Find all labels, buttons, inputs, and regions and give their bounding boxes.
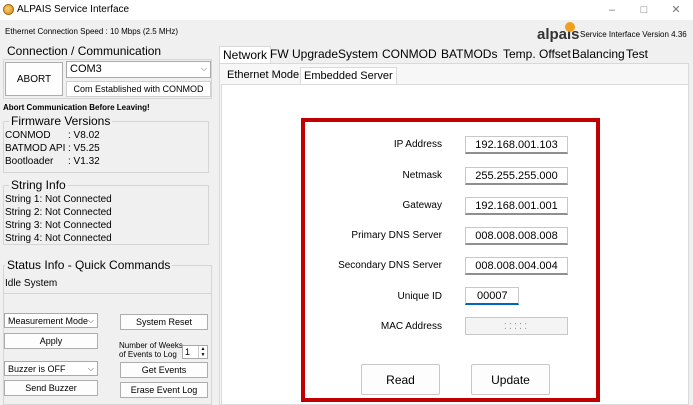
- string-status: String 1: Not Connected: [5, 194, 112, 205]
- firmware-name: BATMOD API: [5, 143, 66, 154]
- gateway-label: Gateway: [402, 200, 442, 211]
- tab-balancing[interactable]: Balancing: [569, 46, 628, 63]
- weeks-label: Number of Weeks of Events to Log: [119, 341, 183, 359]
- apply-button[interactable]: Apply: [4, 333, 98, 349]
- firmware-names: CONMOD BATMOD API Bootloader: [5, 129, 65, 168]
- system-state: Idle System: [5, 278, 58, 289]
- tab-conmod[interactable]: CONMOD: [379, 46, 440, 63]
- title-bar: ALPAIS Service Interface – □ ✕: [0, 0, 693, 20]
- chevron-down-icon: ⌵: [87, 364, 94, 373]
- logo-sun-icon: [565, 22, 575, 32]
- abort-warning: Abort Communication Before Leaving!: [3, 103, 150, 112]
- firmware-title: Firmware Versions: [9, 114, 113, 128]
- system-reset-button[interactable]: System Reset: [120, 314, 208, 330]
- get-events-button[interactable]: Get Events: [120, 362, 208, 378]
- read-button[interactable]: Read: [361, 364, 440, 395]
- mode-select[interactable]: Measurement Mode ⌵: [4, 313, 98, 328]
- send-buzzer-button[interactable]: Send Buzzer: [4, 380, 98, 396]
- unique-id-label: Unique ID: [397, 291, 442, 302]
- chevron-down-icon: ⌵: [200, 64, 207, 73]
- firmware-value: : V8.02: [68, 130, 100, 141]
- string-status: String 2: Not Connected: [5, 207, 112, 218]
- secondary-dns-field[interactable]: 008.008.004.004: [465, 257, 568, 275]
- version-label: Service Interface Version 4.36: [580, 30, 687, 39]
- tab-test[interactable]: Test: [623, 46, 651, 63]
- netmask-label: Netmask: [402, 170, 442, 181]
- string-status: String 3: Not Connected: [5, 220, 112, 231]
- mode-value: Measurement Mode: [8, 316, 89, 326]
- port-value: COM3: [70, 63, 102, 75]
- connection-status: Com Established with CONMOD: [66, 81, 211, 97]
- tab-system[interactable]: System: [335, 46, 381, 63]
- chevron-down-icon: ⌵: [87, 316, 94, 325]
- speed-label: Ethernet Connection Speed : 10 Mbps (2.5…: [5, 27, 178, 36]
- app-icon: [3, 4, 14, 15]
- minimize-button[interactable]: –: [598, 2, 626, 18]
- ip-address-field[interactable]: 192.168.001.103: [465, 136, 568, 154]
- buzzer-value: Buzzer is OFF: [8, 364, 66, 374]
- tab-fw-upgrade[interactable]: FW Upgrade: [267, 46, 341, 63]
- window-title: ALPAIS Service Interface: [17, 4, 130, 15]
- port-select[interactable]: COM3 ⌵: [66, 61, 211, 78]
- string-info-title: String Info: [9, 178, 68, 192]
- firmware-name: CONMOD: [5, 130, 51, 141]
- weeks-label-line: of Events to Log: [119, 350, 177, 359]
- weeks-value: 1: [185, 347, 191, 357]
- weeks-label-line: Number of Weeks: [119, 341, 183, 350]
- firmware-value: : V5.25: [68, 143, 100, 154]
- subtab-embedded-server[interactable]: Embedded Server: [300, 67, 397, 84]
- weeks-stepper[interactable]: 1 ▲ ▼: [182, 345, 208, 359]
- tab-temp-offset[interactable]: Temp. Offset: [500, 46, 574, 63]
- ip-label: IP Address: [393, 139, 442, 150]
- tab-batmods[interactable]: BATMODs: [438, 46, 500, 63]
- buzzer-select[interactable]: Buzzer is OFF ⌵: [4, 361, 98, 376]
- string-list: String 1: Not Connected String 2: Not Co…: [5, 193, 112, 245]
- unique-id-field[interactable]: 00007: [465, 287, 519, 305]
- update-button[interactable]: Update: [471, 364, 550, 395]
- erase-log-button[interactable]: Erase Event Log: [120, 382, 208, 398]
- close-button[interactable]: ✕: [662, 2, 690, 18]
- maximize-button[interactable]: □: [630, 2, 658, 18]
- primary-dns-label: Primary DNS Server: [351, 230, 442, 241]
- abort-button[interactable]: ABORT: [5, 62, 63, 96]
- subtab-ethernet-mode[interactable]: Ethernet Mode: [224, 67, 302, 84]
- gateway-field[interactable]: 192.168.001.001: [465, 197, 568, 215]
- status-title: Status Info - Quick Commands: [5, 258, 173, 272]
- firmware-value: : V1.32: [68, 156, 100, 167]
- firmware-name: Bootloader: [5, 156, 54, 167]
- mac-address-label: MAC Address: [380, 321, 442, 332]
- spin-arrows-icon[interactable]: ▲ ▼: [198, 346, 207, 358]
- primary-dns-field[interactable]: 008.008.008.008: [465, 227, 568, 245]
- connection-title: Connection / Communication: [7, 44, 162, 58]
- divider: [3, 293, 212, 294]
- netmask-field[interactable]: 255.255.255.000: [465, 167, 568, 185]
- mac-address-field: :::::: [465, 317, 568, 335]
- string-status: String 4: Not Connected: [5, 233, 112, 244]
- secondary-dns-label: Secondary DNS Server: [338, 260, 442, 271]
- firmware-values: : V8.02 : V5.25 : V1.32: [68, 129, 100, 168]
- tab-network[interactable]: Network: [219, 46, 272, 63]
